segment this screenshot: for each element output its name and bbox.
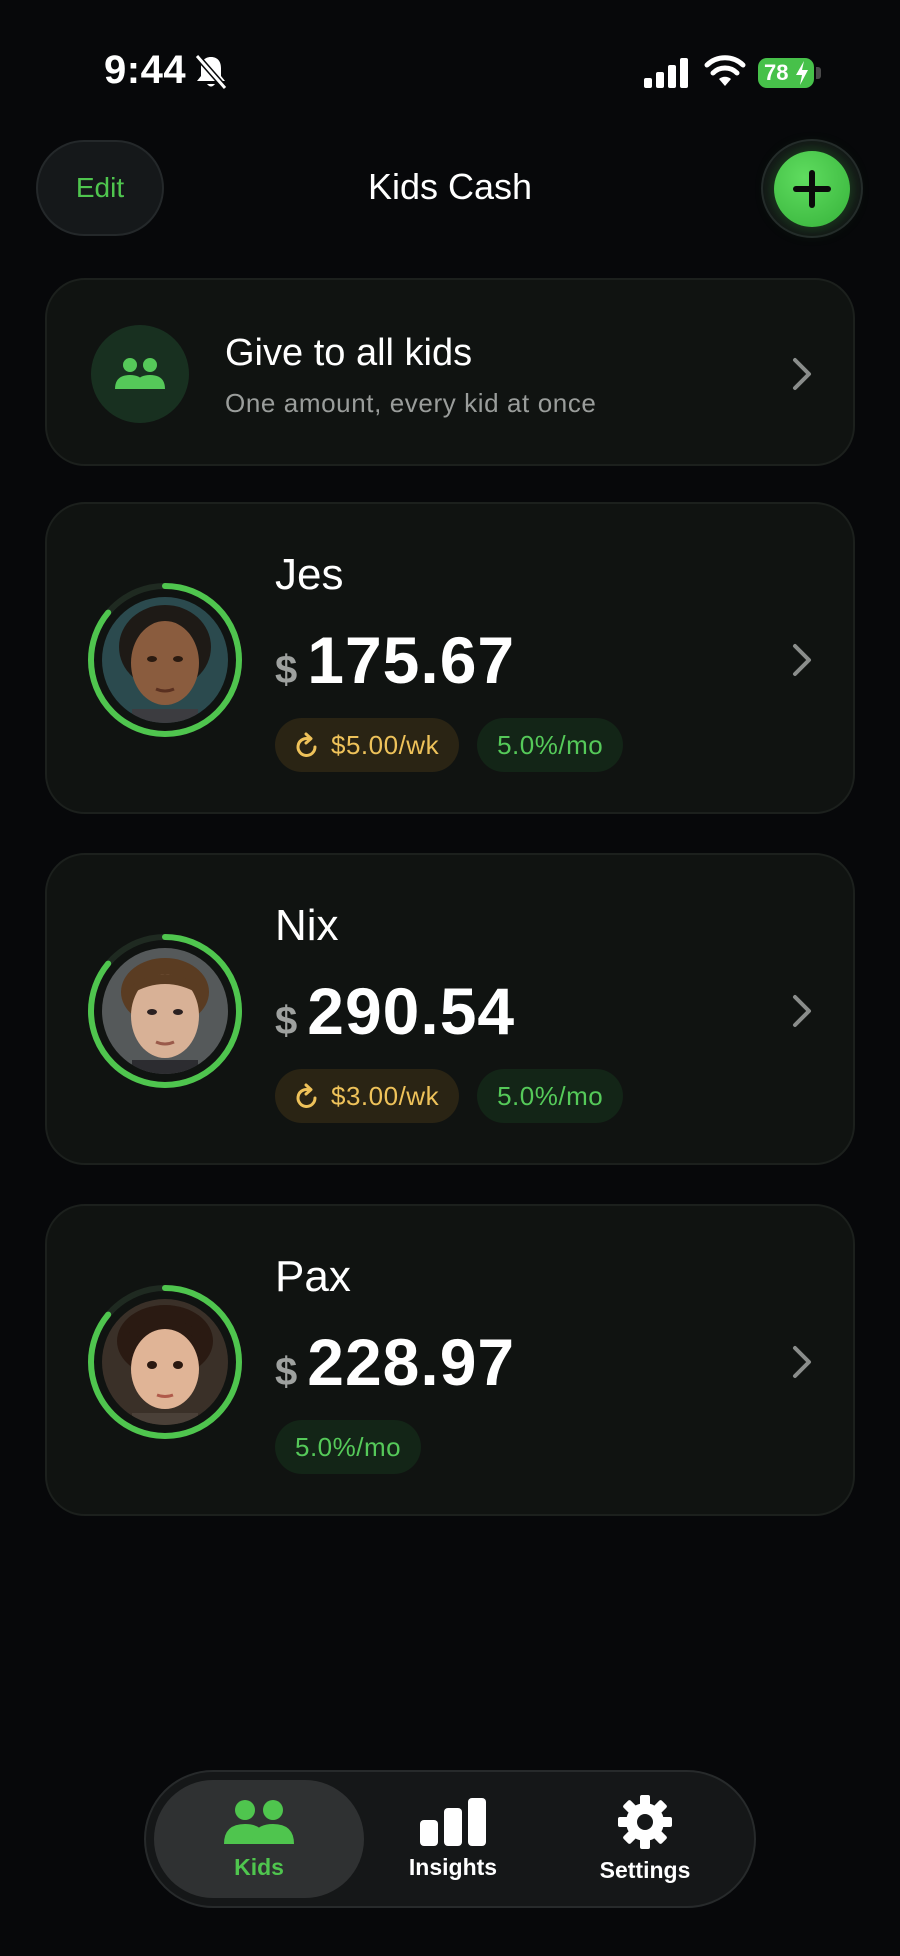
interest-label: 5.0%/mo bbox=[295, 1431, 402, 1462]
add-kid-button-ring bbox=[761, 139, 863, 238]
kid-card-nix[interactable]: Nix $ 290.54 $3.00/wk 5.0%/mo bbox=[45, 853, 855, 1165]
tab-label: Insights bbox=[408, 1853, 498, 1880]
gear-icon bbox=[618, 1794, 672, 1849]
avatar bbox=[102, 948, 228, 1074]
chevron-right-icon bbox=[793, 358, 811, 390]
balance-amount: 175.67 bbox=[307, 623, 516, 697]
tab-label: Settings bbox=[599, 1856, 691, 1883]
recurring-icon bbox=[296, 732, 317, 757]
chevron-right-icon bbox=[793, 644, 811, 676]
allowance-label: $3.00/wk bbox=[331, 1080, 440, 1111]
kid-badges: $3.00/wk 5.0%/mo bbox=[275, 1069, 624, 1123]
allowance-badge: $3.00/wk bbox=[275, 1069, 460, 1123]
battery-cap bbox=[816, 67, 821, 79]
currency-symbol: $ bbox=[275, 1350, 298, 1394]
chevron-right-icon bbox=[793, 995, 811, 1027]
give-all-subtitle: One amount, every kid at once bbox=[225, 388, 597, 418]
bell-slash-icon bbox=[194, 54, 228, 90]
interest-badge: 5.0%/mo bbox=[477, 1069, 624, 1123]
people-icon bbox=[115, 358, 165, 389]
kid-balance: $ 228.97 bbox=[275, 1324, 515, 1400]
bar-chart-icon bbox=[420, 1797, 486, 1846]
balance-amount: 228.97 bbox=[307, 1325, 516, 1399]
balance-amount: 290.54 bbox=[307, 974, 516, 1048]
kid-balance: $ 290.54 bbox=[275, 973, 515, 1049]
kid-name: Jes bbox=[275, 550, 344, 599]
kid-badges: 5.0%/mo bbox=[275, 1420, 422, 1474]
kid-balance: $ 175.67 bbox=[275, 622, 515, 698]
allowance-badge: $5.00/wk bbox=[275, 718, 460, 772]
currency-symbol: $ bbox=[275, 648, 298, 692]
give-all-icon-badge bbox=[91, 325, 189, 423]
tab-label: Kids bbox=[234, 1853, 284, 1880]
currency-symbol: $ bbox=[275, 999, 298, 1043]
savings-progress-ring bbox=[85, 580, 245, 740]
avatar bbox=[102, 1299, 228, 1425]
signal-icon bbox=[644, 58, 688, 88]
tab-insights[interactable]: Insights bbox=[348, 1780, 558, 1898]
add-kid-button[interactable] bbox=[774, 150, 850, 227]
tab-kids[interactable]: Kids bbox=[154, 1780, 364, 1898]
status-time: 9:44 bbox=[104, 48, 187, 92]
kid-name: Pax bbox=[275, 1252, 351, 1301]
interest-label: 5.0%/mo bbox=[497, 1080, 604, 1111]
savings-progress-ring bbox=[85, 1282, 245, 1442]
people-icon bbox=[224, 1799, 294, 1844]
give-all-title: Give to all kids bbox=[225, 332, 473, 374]
avatar bbox=[102, 597, 228, 723]
battery-charging-icon bbox=[796, 61, 808, 85]
kid-badges: $5.00/wk 5.0%/mo bbox=[275, 718, 624, 772]
interest-label: 5.0%/mo bbox=[497, 729, 604, 760]
give-to-all-card[interactable]: Give to all kids One amount, every kid a… bbox=[45, 278, 855, 466]
recurring-icon bbox=[296, 1083, 317, 1108]
savings-progress-ring bbox=[85, 931, 245, 1091]
kid-name: Nix bbox=[275, 901, 339, 950]
tab-settings[interactable]: Settings bbox=[540, 1780, 750, 1898]
tab-bar: Kids Insights Settings bbox=[144, 1770, 756, 1908]
battery-level: 78 bbox=[764, 60, 789, 85]
plus-icon bbox=[793, 169, 831, 208]
battery-indicator: 78 bbox=[758, 58, 814, 88]
kid-card-pax[interactable]: Pax $ 228.97 5.0%/mo bbox=[45, 1204, 855, 1516]
interest-badge: 5.0%/mo bbox=[275, 1420, 422, 1474]
kids-cash-screen: 9:44 78 Edit Kids Cash Give to all kids … bbox=[0, 0, 900, 1956]
allowance-label: $5.00/wk bbox=[331, 729, 440, 760]
kid-card-jes[interactable]: Jes $ 175.67 $5.00/wk 5.0%/mo bbox=[45, 502, 855, 814]
wifi-icon bbox=[704, 55, 746, 86]
chevron-right-icon bbox=[793, 1346, 811, 1378]
interest-badge: 5.0%/mo bbox=[477, 718, 624, 772]
